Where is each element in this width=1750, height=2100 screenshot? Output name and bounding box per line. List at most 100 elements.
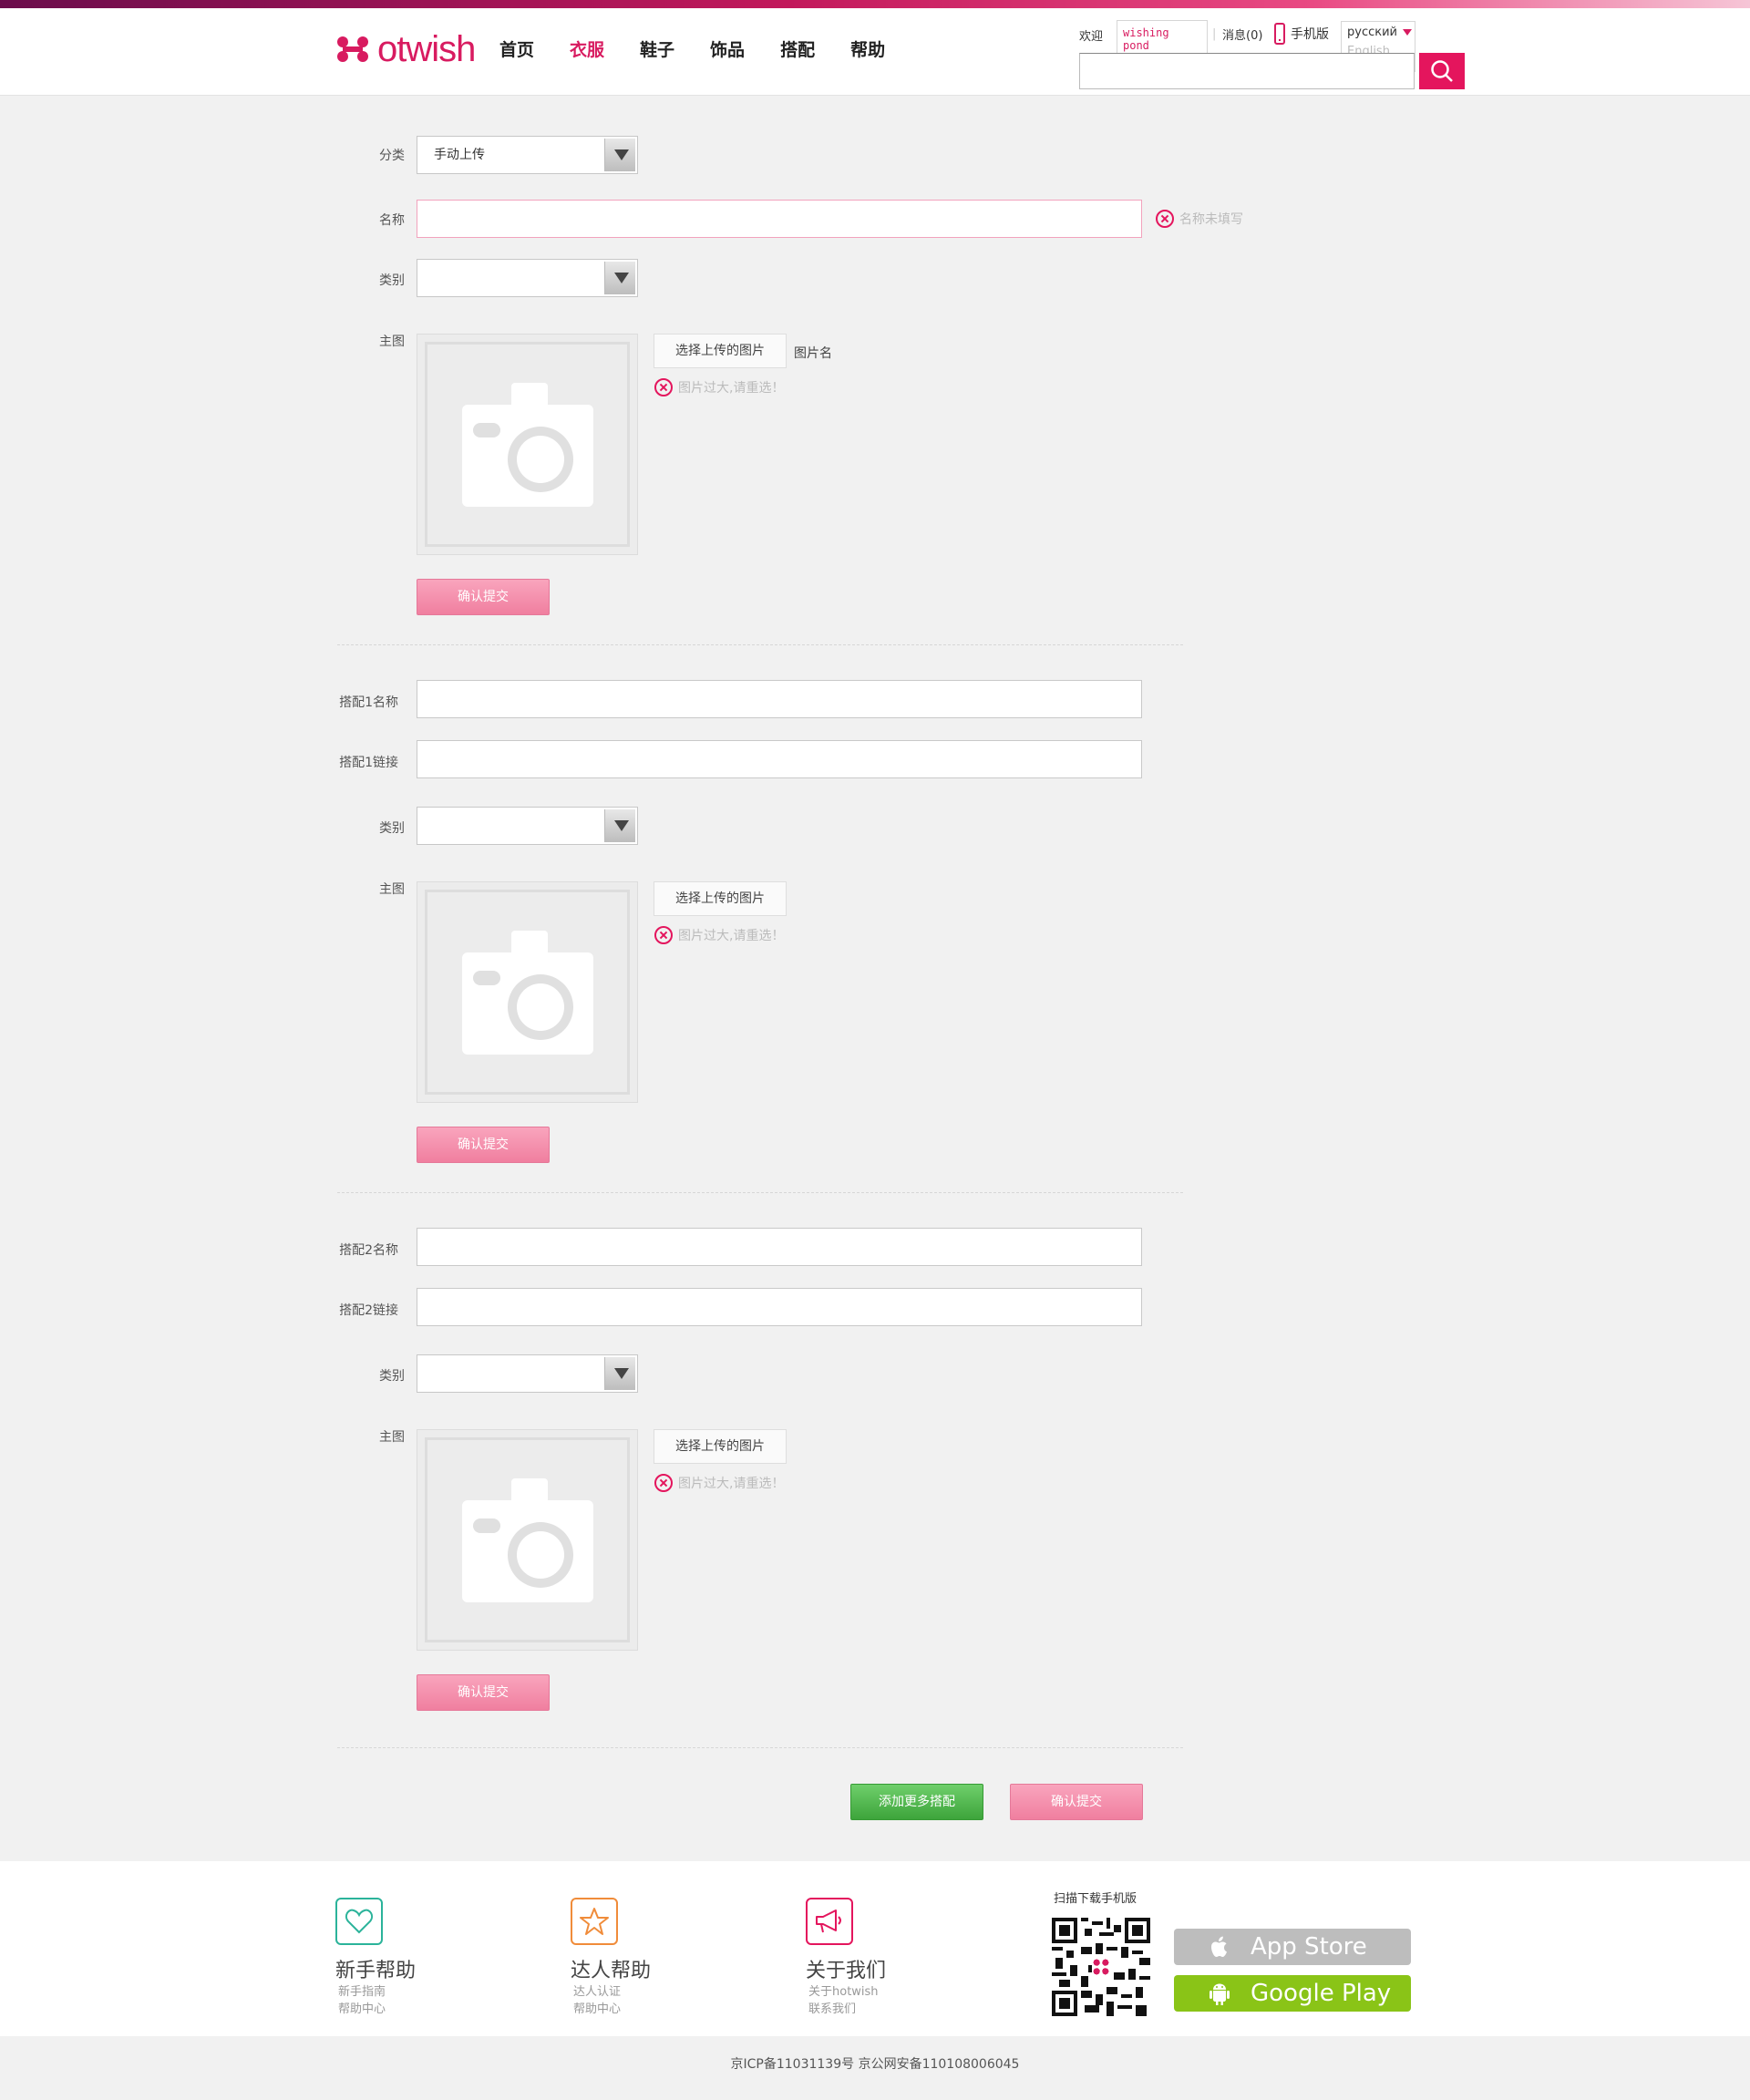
android-icon [1210,1983,1230,2005]
footer-link[interactable]: 联系我们 [808,2001,886,2018]
category-label: 分类 [379,149,405,163]
final-submit-button[interactable]: 确认提交 [1010,1784,1143,1820]
match2-submit-button[interactable]: 确认提交 [417,1674,550,1711]
category-select-value: 手动上传 [434,148,485,162]
footer-col-newbie-help: 新手帮助 新手指南 帮助中心 [335,1898,416,2018]
match1-choose-image-button[interactable]: 选择上传的图片 [654,881,787,916]
search-icon [1431,60,1453,82]
match2-image-error-text: 图片过大,请重选！ [678,1477,785,1491]
nav-clothes[interactable]: 衣服 [570,36,604,61]
footer-col-title: 新手帮助 [335,1960,417,1982]
image-error: 图片过大,请重选！ [654,378,784,396]
select-arrow-icon [604,809,635,842]
main-nav: 首页 衣服 鞋子 饰品 搭配 帮助 [499,36,921,61]
image-error-text: 图片过大,请重选！ [678,381,785,396]
language-current[interactable]: русский [1342,22,1415,43]
match1-type-select[interactable] [417,807,638,845]
footer-col-expert-help: 达人帮助 达人认证 帮助中心 [571,1898,651,2018]
match2-type-select[interactable] [417,1354,638,1393]
dropdown-arrow-icon [1403,29,1412,36]
footer-link[interactable]: 达人认证 [573,1983,651,2001]
user-bar: 欢迎 [1079,24,1114,46]
choose-image-button[interactable]: 选择上传的图片 [654,334,787,368]
google-play-button[interactable]: Google Play [1174,1975,1411,2012]
error-icon [654,926,673,944]
name-label: 名称 [379,213,405,228]
megaphone-icon [806,1898,853,1945]
match2-link-input[interactable] [417,1288,1142,1326]
logo[interactable]: otwish [335,29,476,69]
match1-image-error-text: 图片过大,请重选！ [678,929,785,943]
google-play-label: Google Play [1251,1980,1392,2007]
footer-col-title: 达人帮助 [571,1960,652,1982]
type-select[interactable] [417,259,638,297]
footer-col-about-us: 关于我们 关于hotwish 联系我们 [806,1898,886,2018]
nav-outfits[interactable]: 搭配 [780,36,815,61]
phone-icon [1274,23,1285,45]
footer-link[interactable]: 关于hotwish [808,1983,886,2001]
match1-name-label: 搭配1名称 [339,695,398,710]
top-accent-bar [0,0,1750,8]
copyright: 京ICP备11031139号 京公网安备110108006045 [730,2057,1020,2072]
error-icon [654,1474,673,1492]
error-icon [654,378,673,396]
nav-accessories[interactable]: 饰品 [710,36,745,61]
section-divider [337,1192,1183,1193]
language-current-label: русский [1347,26,1397,39]
match1-type-label: 类别 [379,821,405,836]
match1-link-input[interactable] [417,740,1142,778]
match1-submit-button[interactable]: 确认提交 [417,1127,550,1163]
app-store-button[interactable]: App Store [1174,1929,1411,1965]
section-divider [337,1747,1183,1748]
qr-code-icon [1052,1918,1150,2016]
apple-icon [1211,1936,1227,1957]
submit-button[interactable]: 确认提交 [417,579,550,615]
logo-mark-icon [337,36,368,62]
footer-link[interactable]: 帮助中心 [338,2001,416,2018]
match2-name-input[interactable] [417,1228,1142,1266]
select-arrow-icon [604,262,635,294]
match1-image-label: 主图 [379,882,405,897]
search-box [1079,53,1415,89]
match2-name-label: 搭配2名称 [339,1243,398,1258]
mobile-version-label: 手机版 [1291,27,1329,42]
nav-shoes[interactable]: 鞋子 [640,36,674,61]
type-label: 类别 [379,273,405,288]
error-icon [1156,210,1174,228]
star-icon [571,1898,618,1945]
add-more-matches-button[interactable]: 添加更多搭配 [850,1784,983,1820]
match2-image-preview [417,1429,638,1651]
app-store-label: App Store [1251,1933,1367,1961]
camera-icon [461,382,593,507]
welcome-text: 欢迎 [1079,29,1104,44]
qr-title: 扫描下载手机版 [1054,1892,1138,1906]
section-divider [337,644,1183,645]
match1-name-input[interactable] [417,680,1142,718]
footer-col-title: 关于我们 [806,1960,887,1982]
heart-icon [335,1898,383,1945]
match2-choose-image-button[interactable]: 选择上传的图片 [654,1429,787,1464]
name-error-text: 名称未填写 [1179,212,1243,227]
nav-help[interactable]: 帮助 [850,36,885,61]
search-input[interactable] [1080,54,1414,88]
category-select[interactable]: 手动上传 [417,136,638,174]
logo-text: otwish [377,29,476,69]
footer-link[interactable]: 帮助中心 [573,2001,651,2018]
image-preview [417,334,638,555]
name-input[interactable] [417,200,1142,238]
mobile-version-link[interactable]: 手机版 [1274,23,1329,45]
match2-link-label: 搭配2链接 [339,1303,398,1318]
header-separator: | [1212,27,1217,41]
match1-image-preview [417,881,638,1103]
image-file-name: 图片名 [794,346,832,361]
select-arrow-icon [604,139,635,171]
match1-link-label: 搭配1链接 [339,756,398,770]
username-link[interactable]: wishing pond [1117,21,1207,54]
messages-link[interactable]: 消息(0) [1222,26,1262,43]
search-button[interactable] [1419,53,1465,89]
footer: 新手帮助 新手指南 帮助中心 达人帮助 达人认证 帮助中心 关于我们 关于hot… [0,1861,1750,2036]
match2-image-label: 主图 [379,1430,405,1445]
nav-home[interactable]: 首页 [499,36,534,61]
footer-link[interactable]: 新手指南 [338,1983,416,2001]
match1-image-error: 图片过大,请重选！ [654,926,784,944]
